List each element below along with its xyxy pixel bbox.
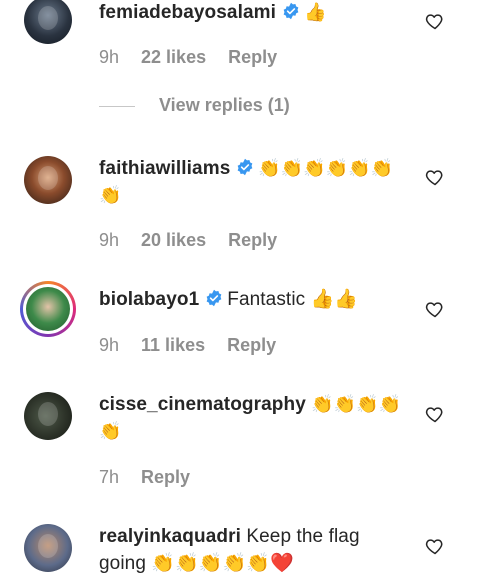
comment-body: Fantastic 👍👍: [227, 289, 359, 310]
reply-button[interactable]: Reply: [141, 467, 190, 487]
comment-meta: 9h 22 likes Reply: [99, 47, 299, 68]
avatar-image: [38, 534, 58, 558]
avatar-image: [38, 6, 58, 30]
comment-text-block: biolabayo1 Fantastic 👍👍: [99, 286, 409, 313]
comment-username[interactable]: realyinkaquadri: [99, 526, 241, 547]
comment-meta: 9h 11 likes Reply: [99, 335, 298, 356]
like-heart-icon[interactable]: [425, 404, 445, 424]
comment-username[interactable]: femiadebayosalami: [99, 2, 276, 23]
avatar[interactable]: [24, 392, 72, 440]
avatar-image: [38, 166, 58, 190]
avatar-story-ring[interactable]: [20, 281, 76, 337]
comment-text-block: faithiawilliams 👏👏👏👏👏👏👏: [99, 155, 409, 209]
comment-text-block: realyinkaquadri Keep the flag going 👏👏👏👏…: [99, 523, 409, 577]
reply-button[interactable]: Reply: [228, 47, 277, 67]
comment-likes-count[interactable]: 11 likes: [141, 335, 205, 355]
comment-text-block: cisse_cinematography 👏👏👏👏👏: [99, 391, 409, 445]
comment-body: 👍: [304, 2, 327, 23]
comment-username[interactable]: faithiawilliams: [99, 158, 230, 179]
comment-timestamp: 9h: [99, 335, 120, 355]
avatar-image: [38, 402, 58, 426]
comment-timestamp: 7h: [99, 467, 120, 487]
comment-text-block: femiadebayosalami 👍: [99, 0, 409, 26]
reply-button[interactable]: Reply: [228, 230, 277, 250]
like-heart-icon[interactable]: [425, 299, 445, 319]
verified-badge-icon: [206, 289, 222, 307]
comment-likes-count[interactable]: 22 likes: [141, 47, 206, 67]
avatar[interactable]: [24, 156, 72, 204]
comment-username[interactable]: cisse_cinematography: [99, 394, 306, 415]
comment-timestamp: 9h: [99, 47, 120, 67]
view-replies-divider: [99, 105, 135, 107]
like-heart-icon[interactable]: [425, 11, 445, 31]
verified-badge-icon: [238, 158, 253, 176]
view-replies-button[interactable]: View replies (1): [99, 95, 290, 116]
avatar: [26, 287, 70, 331]
verified-badge-icon: [283, 2, 299, 20]
view-replies-label[interactable]: View replies (1): [159, 95, 290, 115]
comment-meta: 7h Reply: [99, 467, 212, 488]
comment-timestamp: 9h: [99, 230, 120, 250]
reply-button[interactable]: Reply: [227, 335, 276, 355]
comment-likes-count[interactable]: 20 likes: [141, 230, 206, 250]
avatar[interactable]: [24, 0, 72, 44]
comment-meta: 9h 20 likes Reply: [99, 230, 299, 251]
avatar[interactable]: [24, 524, 72, 572]
like-heart-icon[interactable]: [425, 167, 445, 187]
comment-username[interactable]: biolabayo1: [99, 289, 199, 310]
like-heart-icon[interactable]: [425, 536, 445, 556]
